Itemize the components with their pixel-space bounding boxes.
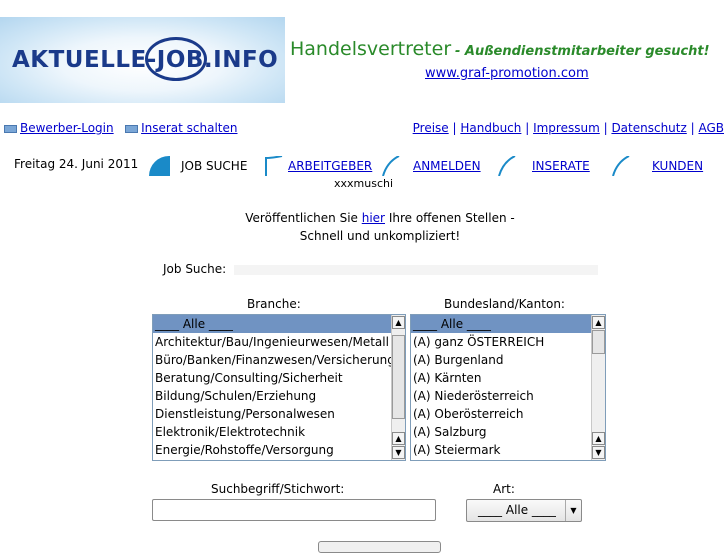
tab-active-corner-icon xyxy=(149,156,170,176)
mail-icon xyxy=(4,124,17,133)
region-option[interactable]: (A) Oberösterreich xyxy=(411,405,605,423)
region-scrollbar[interactable]: ▲ ▲ ▼ xyxy=(591,315,605,460)
logged-in-user: xxxmuschi xyxy=(334,177,394,190)
preise-link[interactable]: Preise xyxy=(413,121,449,135)
branche-option[interactable]: Dienstleistung/Personalwesen xyxy=(153,405,405,423)
region-label: Bundesland/Kanton: xyxy=(444,297,565,311)
impressum-link[interactable]: Impressum xyxy=(533,121,600,135)
logo-text: AKTUELLE-JOB.INFO xyxy=(12,47,279,73)
art-select[interactable]: ____ Alle ____ ▼ xyxy=(466,499,582,522)
region-listbox[interactable]: ____ Alle ____ (A) ganz ÖSTERREICH (A) B… xyxy=(410,314,606,461)
brand-subtitle: - Außendienstmitarbeiter gesucht! xyxy=(454,44,710,59)
brand-title: Handelsvertreter xyxy=(290,38,452,60)
branche-option[interactable]: Energie/Rohstoffe/Versorgung xyxy=(153,441,405,459)
intro-before: Veröffentlichen Sie xyxy=(245,211,362,225)
brand-headline: Handelsvertreter - Außendienstmitarbeite… xyxy=(290,38,727,60)
keyword-label: Suchbegriff/Stichwort: xyxy=(211,482,345,496)
branche-option[interactable]: Elektronik/Elektrotechnik xyxy=(153,423,405,441)
agb-link[interactable]: AGB xyxy=(698,121,724,135)
brand-website-link[interactable]: www.graf-promotion.com xyxy=(425,66,589,81)
branche-option[interactable]: Beratung/Consulting/Sicherheit xyxy=(153,369,405,387)
intro-after: Ihre offenen Stellen - xyxy=(385,211,515,225)
job-search-bar xyxy=(234,265,598,275)
tab-arbeitgeber[interactable]: ARBEITGEBER xyxy=(288,159,372,173)
region-option[interactable]: (A) ganz ÖSTERREICH xyxy=(411,333,605,351)
intro-text: Veröffentlichen Sie hier Ihre offenen St… xyxy=(0,209,727,245)
branche-label: Branche: xyxy=(247,297,301,311)
branche-option[interactable]: ____ Alle ____ xyxy=(153,315,405,333)
inserat-schalten-link[interactable]: Inserat schalten xyxy=(141,121,237,135)
tab-kunden[interactable]: KUNDEN xyxy=(652,159,703,173)
scroll-up-icon[interactable]: ▲ xyxy=(392,316,405,329)
mail-icon xyxy=(125,124,139,133)
region-option[interactable]: (A) Steiermark xyxy=(411,441,605,459)
tab-inserate[interactable]: INSERATE xyxy=(532,159,590,173)
tab-job-suche[interactable]: JOB SUCHE xyxy=(181,159,247,173)
intro-hier-link[interactable]: hier xyxy=(362,211,385,225)
search-submit-button[interactable] xyxy=(318,541,441,553)
branche-listbox[interactable]: ____ Alle ____ Architektur/Bau/Ingenieur… xyxy=(152,314,406,461)
branche-scrollbar[interactable]: ▲ ▲ ▼ xyxy=(391,315,405,460)
main-nav: JOB SUCHE ARBEITGEBER ANMELDEN INSERATE … xyxy=(0,156,727,178)
branche-option[interactable]: Büro/Banken/Finanzwesen/Versicherung xyxy=(153,351,405,369)
region-option[interactable]: (A) Kärnten xyxy=(411,369,605,387)
job-search-label: Job Suche: xyxy=(163,262,227,276)
branche-option[interactable]: Architektur/Bau/Ingenieurwesen/Metall xyxy=(153,333,405,351)
scroll-thumb[interactable] xyxy=(592,330,605,354)
region-option[interactable]: (A) Niederösterreich xyxy=(411,387,605,405)
scroll-up-icon[interactable]: ▲ xyxy=(592,432,605,445)
art-label: Art: xyxy=(493,482,515,496)
scroll-down-icon[interactable]: ▼ xyxy=(392,446,405,459)
keyword-input[interactable] xyxy=(152,499,436,521)
scroll-thumb[interactable] xyxy=(392,335,405,419)
tab-separator-icon xyxy=(497,156,517,176)
datenschutz-link[interactable]: Datenschutz xyxy=(611,121,686,135)
tab-separator-icon xyxy=(381,156,401,176)
scroll-up-icon[interactable]: ▲ xyxy=(592,316,605,329)
branche-option[interactable]: Bildung/Schulen/Erziehung xyxy=(153,387,405,405)
intro-line2: Schnell und unkompliziert! xyxy=(299,229,461,243)
region-option[interactable]: ____ Alle ____ xyxy=(411,315,605,333)
bewerber-login-link[interactable]: Bewerber-Login xyxy=(20,121,114,135)
tab-separator-icon xyxy=(264,156,284,176)
site-logo[interactable]: AKTUELLE-JOB.INFO xyxy=(0,17,285,103)
chevron-down-icon[interactable]: ▼ xyxy=(565,500,581,521)
region-option[interactable]: (A) Salzburg xyxy=(411,423,605,441)
account-links: Bewerber-Login Inserat schalten xyxy=(4,121,238,135)
scroll-up-icon[interactable]: ▲ xyxy=(392,432,405,445)
art-selected-value: ____ Alle ____ xyxy=(478,503,556,517)
footer-links: Preise | Handbuch | Impressum | Datensch… xyxy=(412,121,724,135)
tab-separator-icon xyxy=(611,156,631,176)
handbuch-link[interactable]: Handbuch xyxy=(460,121,521,135)
region-option[interactable]: (A) Burgenland xyxy=(411,351,605,369)
tab-anmelden[interactable]: ANMELDEN xyxy=(413,159,481,173)
scroll-down-icon[interactable]: ▼ xyxy=(592,446,605,459)
